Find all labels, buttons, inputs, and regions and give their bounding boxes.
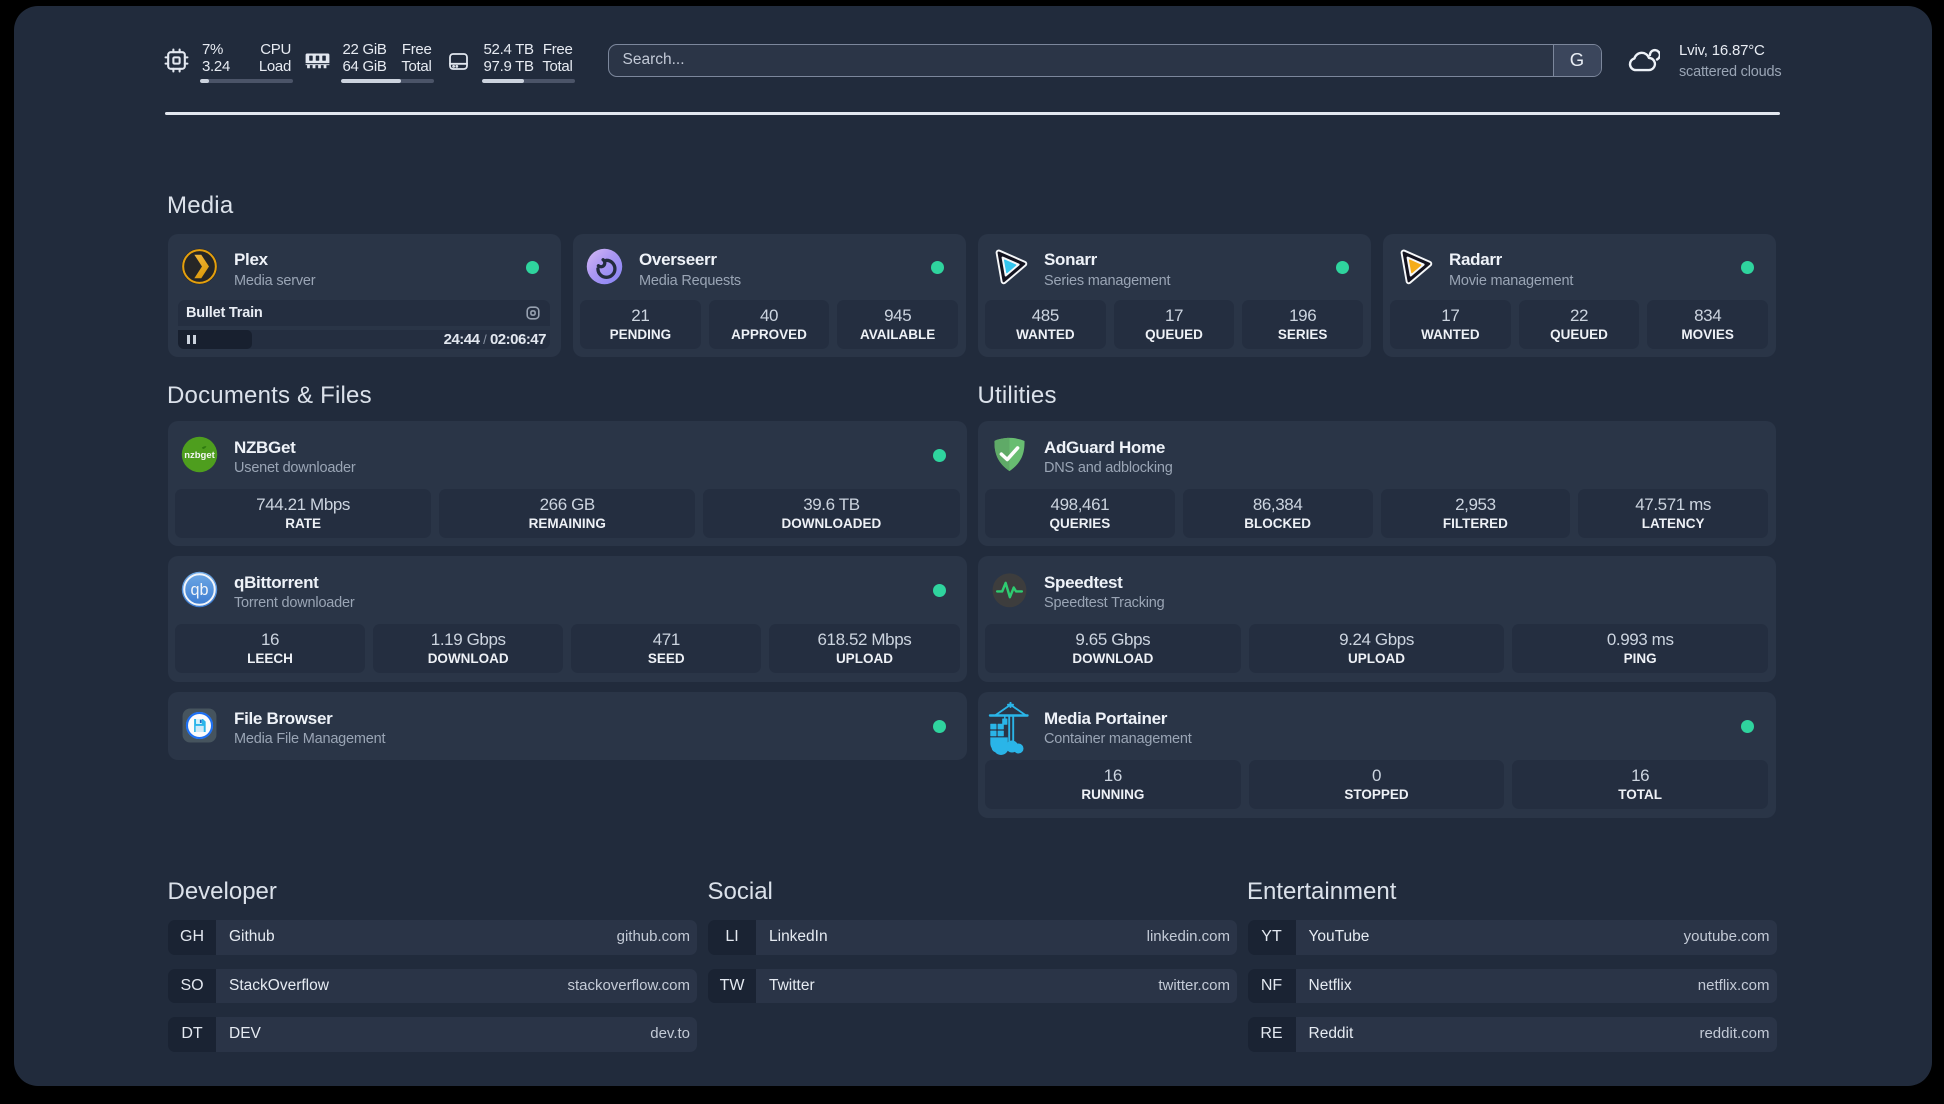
svg-text:nzbget: nzbget [184,450,215,461]
svg-text:qb: qb [191,580,209,598]
